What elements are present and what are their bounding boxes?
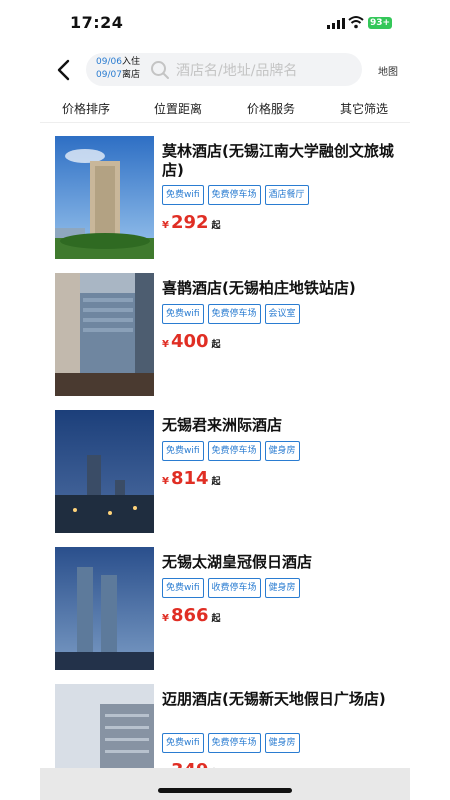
status-time: 17:24 xyxy=(70,13,124,32)
hotel-name[interactable]: 喜鹊酒店(无锡柏庄地铁站店) xyxy=(162,279,402,298)
hotel-photo[interactable] xyxy=(55,410,154,533)
hotel-photo[interactable] xyxy=(55,136,154,259)
amenity-tag: 健身房 xyxy=(264,441,300,461)
hotel-price: ¥400 起 xyxy=(162,331,221,352)
wifi-icon xyxy=(348,16,364,29)
status-bar: 17:24 93+ xyxy=(0,0,450,46)
checkin-date: 09/06 xyxy=(96,57,122,67)
amenity-tags: 免费wifi 免费停车场 酒店餐厅 xyxy=(162,185,309,205)
hotel-photo[interactable] xyxy=(55,547,154,670)
amenity-tag: 免费wifi xyxy=(162,304,204,324)
amenity-tag: 酒店餐厅 xyxy=(264,185,309,205)
hotel-card[interactable]: 莫林酒店(无锡江南大学融创文旅城店) 免费wifi 免费停车场 酒店餐厅 ¥29… xyxy=(40,123,410,260)
hotel-name[interactable]: 无锡君来洲际酒店 xyxy=(162,416,402,435)
date-selector[interactable]: 09/06入住 09/07离店 xyxy=(96,56,140,82)
checkout-label: 离店 xyxy=(121,70,140,80)
amenity-tag: 免费停车场 xyxy=(207,185,261,205)
amenity-tags: 免费wifi 免费停车场 健身房 xyxy=(162,441,300,461)
hotel-price: ¥814 起 xyxy=(162,468,221,489)
amenity-tag: 免费wifi xyxy=(162,185,204,205)
hotel-photo[interactable] xyxy=(55,684,154,768)
amenity-tag: 会议室 xyxy=(264,304,300,324)
amenity-tag: 免费wifi xyxy=(162,441,204,461)
filter-location-distance[interactable]: 位置距离 xyxy=(154,100,202,117)
bottom-bar xyxy=(40,768,410,800)
amenity-tags: 免费wifi 免费停车场 健身房 xyxy=(162,733,300,753)
search-header: 09/06入住 09/07离店 酒店名/地址/品牌名 地图 xyxy=(0,50,450,90)
back-arrow-icon[interactable] xyxy=(52,56,76,84)
hotel-photo[interactable] xyxy=(55,273,154,396)
battery-indicator: 93+ xyxy=(368,17,392,29)
hotel-price: ¥292 起 xyxy=(162,212,221,233)
checkout-date: 09/07 xyxy=(96,70,122,80)
search-bar[interactable]: 09/06入住 09/07离店 酒店名/地址/品牌名 xyxy=(86,53,362,86)
search-icon xyxy=(151,61,169,79)
filter-other[interactable]: 其它筛选 xyxy=(340,100,388,117)
amenity-tag: 免费wifi xyxy=(162,733,204,753)
amenity-tag: 免费停车场 xyxy=(207,733,261,753)
filter-price-service[interactable]: 价格服务 xyxy=(247,100,295,117)
filter-bar: 价格排序 位置距离 价格服务 其它筛选 xyxy=(40,96,410,123)
search-input[interactable]: 酒店名/地址/品牌名 xyxy=(176,60,297,80)
hotel-name[interactable]: 无锡太湖皇冠假日酒店 xyxy=(162,553,402,572)
hotel-card[interactable]: 迈朋酒店(无锡新天地假日广场店) 免费wifi 免费停车场 健身房 ¥349起 xyxy=(40,671,410,768)
filter-price-sort[interactable]: 价格排序 xyxy=(62,100,110,117)
hotel-card[interactable]: 无锡太湖皇冠假日酒店 免费wifi 收费停车场 健身房 ¥866 起 xyxy=(40,534,410,671)
hotel-card[interactable]: 无锡君来洲际酒店 免费wifi 免费停车场 健身房 ¥814 起 xyxy=(40,397,410,534)
hotel-name[interactable]: 迈朋酒店(无锡新天地假日广场店) xyxy=(162,690,402,709)
hotel-list: 莫林酒店(无锡江南大学融创文旅城店) 免费wifi 免费停车场 酒店餐厅 ¥29… xyxy=(40,123,410,768)
amenity-tag: 健身房 xyxy=(264,733,300,753)
map-button[interactable]: 地图 xyxy=(378,63,398,78)
hotel-price: ¥866 起 xyxy=(162,605,221,626)
hotel-price: ¥349起 xyxy=(162,760,221,768)
amenity-tag: 免费停车场 xyxy=(207,441,261,461)
amenity-tag: 免费wifi xyxy=(162,578,204,598)
amenity-tag: 健身房 xyxy=(264,578,300,598)
amenity-tags: 免费wifi 免费停车场 会议室 xyxy=(162,304,300,324)
checkin-label: 入住 xyxy=(121,57,140,67)
cellular-signal-icon xyxy=(327,18,345,29)
hotel-card[interactable]: 喜鹊酒店(无锡柏庄地铁站店) 免费wifi 免费停车场 会议室 ¥400 起 xyxy=(40,260,410,397)
amenity-tag: 收费停车场 xyxy=(207,578,261,598)
amenity-tag: 免费停车场 xyxy=(207,304,261,324)
home-indicator[interactable] xyxy=(158,788,292,793)
hotel-name[interactable]: 莫林酒店(无锡江南大学融创文旅城店) xyxy=(162,142,402,180)
amenity-tags: 免费wifi 收费停车场 健身房 xyxy=(162,578,300,598)
